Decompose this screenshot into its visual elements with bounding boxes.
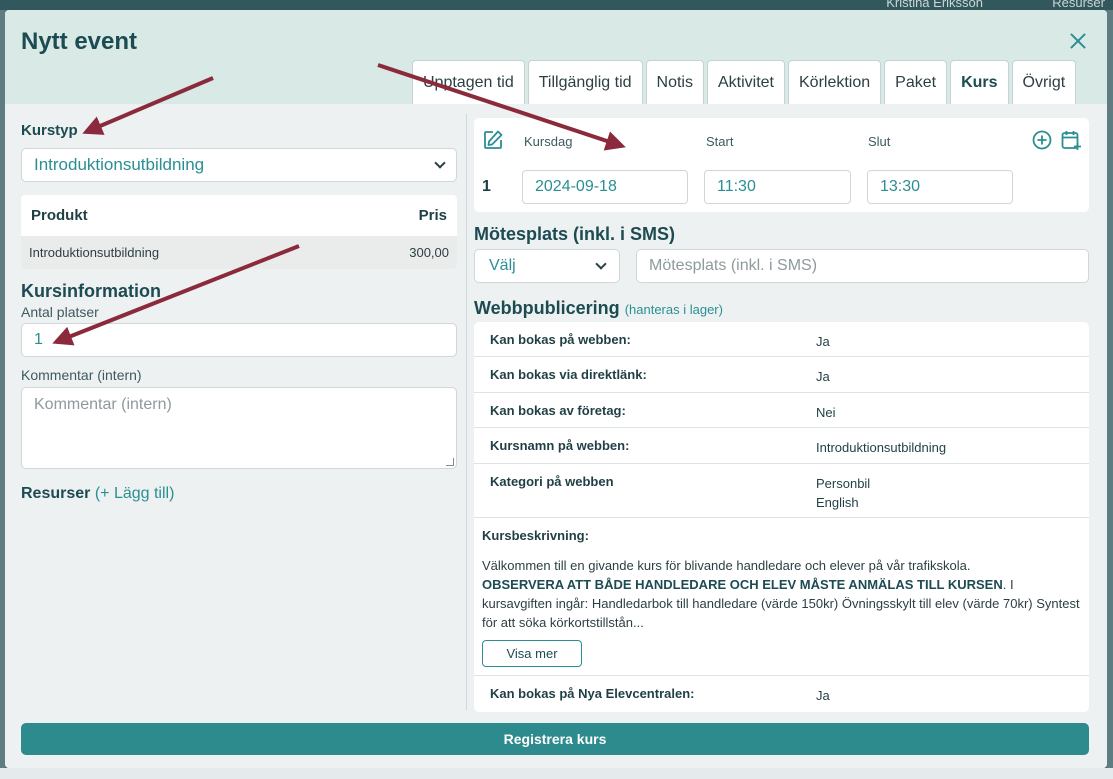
web-row-key: Kan bokas på webben: xyxy=(490,332,631,347)
tab-korlektion[interactable]: Körlektion xyxy=(788,60,882,104)
web-publishing-title: Webbpublicering (hanteras i lager) xyxy=(474,298,723,319)
chevron-down-icon xyxy=(434,157,446,169)
seats-label: Antal platser xyxy=(21,304,99,320)
tab-upptagen-tid[interactable]: Upptagen tid xyxy=(412,60,525,104)
add-resource-link[interactable]: (+ Lägg till) xyxy=(95,485,175,502)
comment-textarea[interactable]: Kommentar (intern) xyxy=(21,387,457,469)
background-user-name: Kristina Eriksson xyxy=(886,0,983,10)
web-row-value: Nei xyxy=(816,405,836,420)
tab-kurs[interactable]: Kurs xyxy=(950,60,1009,104)
register-course-button[interactable]: Registrera kurs xyxy=(21,723,1089,755)
web-row: Kan bokas av företag: Nei xyxy=(474,393,1089,428)
end-column-label: Slut xyxy=(868,134,891,149)
web-publishing-card: Kan bokas på webben: Ja Kan bokas via di… xyxy=(474,322,1089,712)
modal-body: Kurstyp Introduktionsutbildning Produkt … xyxy=(5,104,1107,768)
web-row: Kursnamn på webben: Introduktionsutbildn… xyxy=(474,428,1089,464)
web-row-value: Ja xyxy=(816,688,830,703)
resources-line: Resurser (+ Lägg till) xyxy=(21,485,457,503)
start-column-label: Start xyxy=(706,134,734,149)
modal-title: Nytt event xyxy=(21,28,138,55)
web-row-value: Ja xyxy=(816,369,830,384)
resize-handle-icon[interactable] xyxy=(446,458,454,466)
product-column-header: Produkt xyxy=(31,207,88,224)
meeting-place-title: Mötesplats (inkl. i SMS) xyxy=(474,224,676,244)
web-row: Kategori på webben Personbil English xyxy=(474,464,1089,518)
course-type-label: Kurstyp xyxy=(21,122,78,139)
new-event-modal: Nytt event Upptagen tid Tillgänglig tid … xyxy=(5,10,1107,768)
resources-label: Resurser xyxy=(21,485,91,502)
tab-notis[interactable]: Notis xyxy=(645,60,704,104)
table-row: Introduktionsutbildning 300,00 xyxy=(21,236,457,269)
comment-placeholder: Kommentar (intern) xyxy=(34,396,172,413)
web-row-key: Kan bokas via direktlänk: xyxy=(490,367,647,382)
background-right-edge xyxy=(1107,10,1113,768)
tab-aktivitet[interactable]: Aktivitet xyxy=(706,60,785,104)
seats-input[interactable]: 1 xyxy=(21,323,457,357)
course-description-label: Kursbeskrivning: xyxy=(482,528,589,543)
edit-icon[interactable] xyxy=(482,129,504,151)
web-row-key: Kan bokas av företag: xyxy=(490,403,626,418)
web-row-value: Ja xyxy=(816,334,830,349)
course-type-value: Introduktionsutbildning xyxy=(34,155,205,174)
product-table: Produkt Pris Introduktionsutbildning 300… xyxy=(21,195,457,269)
close-icon[interactable] xyxy=(1067,30,1089,52)
web-row-key: Kan bokas på Nya Elevcentralen: xyxy=(490,686,695,701)
price-column-header: Pris xyxy=(418,207,447,224)
meeting-place-select-value: Välj xyxy=(489,257,516,274)
chevron-down-icon xyxy=(595,258,607,270)
meeting-place-input[interactable]: Mötesplats (inkl. i SMS) xyxy=(636,249,1089,283)
course-info-title: Kursinformation xyxy=(21,281,162,301)
left-column: Kurstyp Introduktionsutbildning Produkt … xyxy=(21,104,457,503)
web-publishing-title-text: Webbpublicering xyxy=(474,298,620,318)
web-row: Kan bokas på Nya Elevcentralen: Ja xyxy=(474,675,1089,712)
background-resources-link: Resurser xyxy=(1052,0,1105,10)
course-description: Välkommen till en givande kurs för bliva… xyxy=(482,556,1080,632)
tab-paket[interactable]: Paket xyxy=(884,60,948,104)
product-price: 300,00 xyxy=(409,245,449,260)
start-time-input[interactable]: 11:30 xyxy=(704,170,851,204)
tab-tillganglig-tid[interactable]: Tillgänglig tid xyxy=(527,60,643,104)
managed-in-stock-link[interactable]: (hanteras i lager) xyxy=(625,302,723,317)
web-row: Kan bokas på webben: Ja xyxy=(474,322,1089,357)
course-type-select[interactable]: Introduktionsutbildning xyxy=(21,148,457,182)
calendar-add-icon[interactable] xyxy=(1060,129,1082,151)
web-row-value: Introduktionsutbildning xyxy=(816,440,947,455)
comment-label: Kommentar (intern) xyxy=(21,367,142,383)
web-row-key: Kategori på webben xyxy=(490,474,614,489)
category-english: English xyxy=(816,495,859,510)
description-intro: Välkommen till en givande kurs för bliva… xyxy=(482,558,971,573)
tab-ovrigt[interactable]: Övrigt xyxy=(1011,60,1077,104)
add-circle-icon[interactable] xyxy=(1031,129,1053,151)
background-bottom-strip xyxy=(0,768,1113,779)
event-type-tabs: Upptagen tid Tillgänglig tid Notis Aktiv… xyxy=(412,60,1079,104)
modal-header: Nytt event Upptagen tid Tillgänglig tid … xyxy=(5,10,1107,104)
session-row-number: 1 xyxy=(482,178,491,195)
course-day-date-input[interactable]: 2024-09-18 xyxy=(522,170,688,204)
show-more-button[interactable]: Visa mer xyxy=(482,640,582,667)
category-personbil: Personbil xyxy=(816,476,871,491)
description-notice: OBSERVERA ATT BÅDE HANDLEDARE OCH ELEV M… xyxy=(482,577,1003,592)
course-day-column-label: Kursdag xyxy=(524,134,573,149)
meeting-place-select[interactable]: Välj xyxy=(474,249,620,283)
column-divider xyxy=(466,114,467,710)
product-table-header: Produkt Pris xyxy=(21,195,457,236)
web-row-value: Personbil English xyxy=(816,474,870,512)
web-row-key: Kursnamn på webben: xyxy=(490,438,630,453)
end-time-input[interactable]: 13:30 xyxy=(867,170,1013,204)
course-session-card: Kursdag Start Slut 1 2024-09-18 11:30 13… xyxy=(474,118,1089,212)
product-name: Introduktionsutbildning xyxy=(29,245,160,260)
web-row: Kan bokas via direktlänk: Ja xyxy=(474,357,1089,393)
